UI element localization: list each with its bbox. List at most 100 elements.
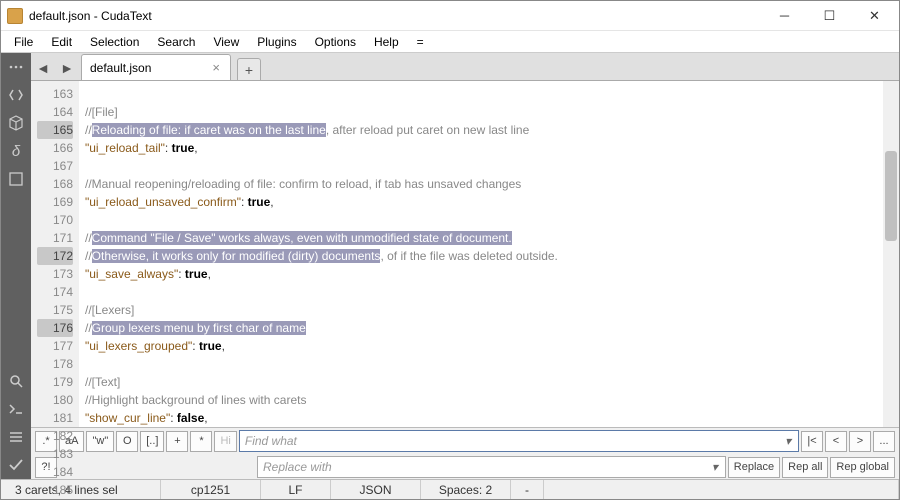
close-button[interactable]: ✕ [852,1,897,30]
statusbar: 3 carets, 4 lines sel cp1251 LF JSON Spa… [1,479,899,499]
delta-icon[interactable]: δ [1,137,31,165]
app-icon [7,8,23,24]
code-line[interactable]: "ui_reload_unsaved_confirm": true, [85,193,893,211]
scroll-thumb[interactable] [885,151,897,241]
line-number: 175 [37,301,73,319]
line-number: 172 [37,247,73,265]
menubar: FileEditSelectionSearchViewPluginsOption… [1,31,899,53]
code-line[interactable]: //Group lexers menu by first char of nam… [85,319,893,337]
line-number: 179 [37,373,73,391]
search-nav-button[interactable]: > [849,431,871,452]
check-icon[interactable] [1,451,31,479]
line-number: 176 [37,319,73,337]
search-option-button[interactable]: + [166,431,188,452]
dropdown-icon[interactable]: ▾ [707,459,723,475]
find-input[interactable]: Find what ▾ [239,430,799,452]
tab-row: ◄ ► default.json × + [31,53,899,81]
menu-view[interactable]: View [204,33,248,51]
folder-icon[interactable] [1,165,31,193]
code-line[interactable]: //Reloading of file: if caret was on the… [85,121,893,139]
replace-input[interactable]: Replace with ▾ [257,456,726,478]
titlebar: default.json - CudaText ─ ☐ ✕ [1,1,899,31]
menu-plugins[interactable]: Plugins [248,33,305,51]
tab-close-icon[interactable]: × [210,60,222,75]
search-option-button[interactable]: "w" [86,431,114,452]
replace-button[interactable]: Replace [728,457,780,478]
status-carets[interactable]: 3 carets, 4 lines sel [1,480,161,499]
code-line[interactable]: "ui_lexers_grouped": true, [85,337,893,355]
status-dash[interactable]: - [511,480,544,499]
line-number: 185 [37,481,73,499]
new-tab-button[interactable]: + [237,58,261,80]
status-encoding[interactable]: cp1251 [161,480,261,499]
code-tree-icon[interactable] [1,81,31,109]
line-number: 169 [37,193,73,211]
search-nav-button[interactable]: < [825,431,847,452]
menu-search[interactable]: Search [148,33,204,51]
code-line[interactable]: "ui_reload_tail": true, [85,139,893,157]
find-placeholder: Find what [245,434,297,448]
list-icon[interactable] [1,423,31,451]
menu-help[interactable]: Help [365,33,408,51]
maximize-button[interactable]: ☐ [807,1,852,30]
code-line[interactable]: //[Text] [85,373,893,391]
tab-default-json[interactable]: default.json × [81,54,231,80]
replace-button[interactable]: Rep all [782,457,828,478]
code-line[interactable] [85,283,893,301]
line-number: 164 [37,103,73,121]
menu-selection[interactable]: Selection [81,33,148,51]
code-line[interactable] [85,211,893,229]
menu-options[interactable]: Options [306,33,365,51]
menu-=[interactable]: = [408,33,433,51]
sidebar: δ [1,53,31,479]
gutter: 1631641651661671681691701711721731741751… [31,81,79,427]
status-lexer[interactable]: JSON [331,480,421,499]
code-line[interactable] [85,355,893,373]
menu-file[interactable]: File [5,33,42,51]
tab-prev-icon[interactable]: ◄ [31,56,55,80]
console-icon[interactable] [1,395,31,423]
status-spaces[interactable]: Spaces: 2 [421,480,511,499]
tab-next-icon[interactable]: ► [55,56,79,80]
code-area[interactable]: //[File]//Reloading of file: if caret wa… [79,81,899,427]
code-line[interactable]: "ui_save_always": true, [85,265,893,283]
code-line[interactable]: //Manual reopening/reloading of file: co… [85,175,893,193]
minimize-button[interactable]: ─ [762,1,807,30]
line-number: 167 [37,157,73,175]
code-line[interactable]: //Command "File / Save" works always, ev… [85,229,893,247]
line-number: 183 [37,445,73,463]
line-number: 178 [37,355,73,373]
project-icon[interactable] [1,109,31,137]
line-number: 165 [37,121,73,139]
code-line[interactable] [85,85,893,103]
scrollbar[interactable] [883,81,899,427]
line-number: 163 [37,85,73,103]
search-option-button[interactable]: O [116,431,138,452]
search-option-button[interactable]: [..] [140,431,164,452]
search-option-button[interactable]: * [190,431,212,452]
line-number: 180 [37,391,73,409]
status-eol[interactable]: LF [261,480,331,499]
search-nav-button[interactable]: |< [801,431,823,452]
code-line[interactable] [85,157,893,175]
code-line[interactable]: //Otherwise, it works only for modified … [85,247,893,265]
dropdown-icon[interactable]: ▾ [780,433,796,449]
code-line[interactable]: //Highlight background of lines with car… [85,391,893,409]
search-icon[interactable] [1,367,31,395]
menu-edit[interactable]: Edit [42,33,81,51]
replace-placeholder: Replace with [263,460,332,474]
search-panel: .*aA"w"O[..]+* Hi Find what ▾ |<<>... ?!… [31,427,899,479]
search-nav-button[interactable]: ... [873,431,895,452]
line-number: 181 [37,409,73,427]
status-msg [544,480,899,499]
window-title: default.json - CudaText [29,9,762,23]
code-line[interactable]: //[Lexers] [85,301,893,319]
highlight-button[interactable]: Hi [214,431,236,452]
code-line[interactable]: "show_cur_line": false, [85,409,893,427]
editor[interactable]: 1631641651661671681691701711721731741751… [31,81,899,427]
code-line[interactable]: //[File] [85,103,893,121]
menu-icon[interactable] [1,53,31,81]
line-number: 168 [37,175,73,193]
replace-button[interactable]: Rep global [830,457,895,478]
line-number: 170 [37,211,73,229]
